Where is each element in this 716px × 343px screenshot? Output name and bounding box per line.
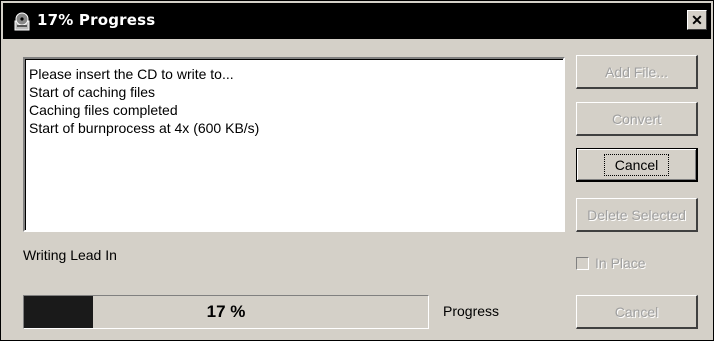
in-place-label: In Place — [595, 255, 646, 271]
close-icon: ✕ — [691, 12, 703, 28]
status-text: Writing Lead In — [23, 247, 117, 263]
log-line[interactable]: Caching files completed — [29, 101, 559, 119]
cancel-secondary-button-label: Cancel — [614, 303, 659, 320]
checkbox-box[interactable] — [576, 256, 589, 270]
add-file-button[interactable]: Add File... — [576, 55, 698, 89]
progress-dialog: 17% Progress ✕ Please insert the CD to w… — [0, 0, 714, 341]
window-title: 17% Progress — [37, 11, 156, 29]
log-line[interactable]: Please insert the CD to write to... — [29, 65, 559, 83]
delete-selected-button[interactable]: Delete Selected — [576, 198, 698, 232]
delete-selected-button-label: Delete Selected — [587, 206, 686, 223]
progress-bar: 17 % — [23, 295, 429, 329]
cancel-button[interactable]: Cancel — [576, 148, 698, 182]
cancel-secondary-button[interactable]: Cancel — [576, 295, 698, 329]
log-listbox[interactable]: Please insert the CD to write to... Star… — [23, 57, 565, 232]
log-line[interactable]: Start of caching files — [29, 83, 559, 101]
close-button[interactable]: ✕ — [687, 10, 707, 30]
cd-burner-icon — [14, 12, 30, 31]
title-bar[interactable]: 17% Progress ✕ — [3, 3, 711, 39]
progress-label: Progress — [443, 303, 500, 319]
log-line[interactable]: Start of burnprocess at 4x (600 KB/s) — [29, 119, 559, 137]
add-file-button-label: Add File... — [604, 63, 669, 80]
cancel-button-label: Cancel — [603, 153, 670, 176]
convert-button[interactable]: Convert — [576, 102, 698, 136]
convert-button-label: Convert — [611, 110, 662, 127]
progress-percent: 17 % — [206, 302, 246, 321]
in-place-checkbox[interactable]: In Place — [576, 255, 646, 271]
